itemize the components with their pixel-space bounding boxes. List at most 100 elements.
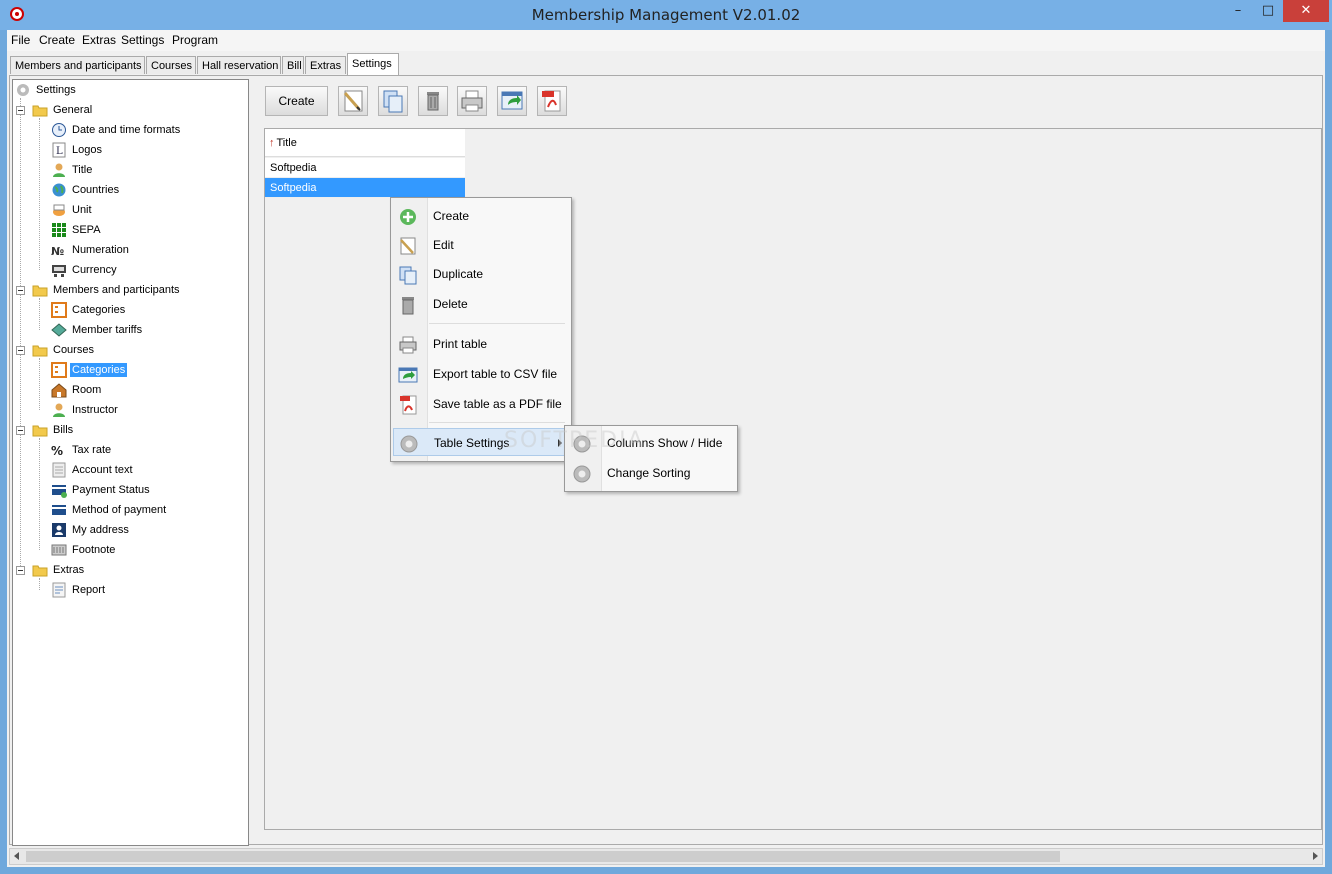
tree-item-method-of-payment[interactable]: Method of payment	[51, 501, 168, 519]
table-row-selected[interactable]: Softpedia	[265, 178, 465, 198]
tree-expander[interactable]	[16, 426, 25, 435]
tree-item-room[interactable]: Room	[51, 381, 103, 399]
grid-icon	[51, 222, 67, 238]
tab-settings[interactable]: Settings	[347, 53, 399, 75]
tree-connector	[39, 118, 40, 270]
house-icon	[51, 382, 67, 398]
ctx-duplicate[interactable]: Duplicate	[393, 260, 567, 288]
tab-members[interactable]: Members and participants	[10, 56, 145, 74]
column-header-title[interactable]: ↑ Title	[265, 129, 465, 157]
menu-separator	[429, 422, 565, 423]
tab-courses[interactable]: Courses	[146, 56, 196, 74]
gear-icon	[572, 464, 592, 484]
tree-item-my-address[interactable]: My address	[51, 521, 131, 539]
title-bar[interactable]: Membership Management V2.01.02 – □ ✕	[0, 0, 1332, 30]
pdf-icon	[398, 395, 418, 415]
ctx-delete[interactable]: Delete	[393, 290, 567, 318]
tree-group-bills[interactable]: Bills	[32, 421, 75, 439]
scroll-right-icon[interactable]	[1313, 852, 1318, 860]
svg-text:L: L	[56, 146, 63, 157]
tree-item-payment-status[interactable]: Payment Status	[51, 481, 152, 499]
ctx-create[interactable]: Create	[393, 202, 567, 230]
tree-item-member-categories[interactable]: Categories	[51, 301, 127, 319]
numero-icon: №	[51, 242, 67, 258]
tree-expander[interactable]	[16, 106, 25, 115]
categories-icon	[51, 362, 67, 379]
tree-group-courses[interactable]: Courses	[32, 341, 96, 359]
menu-extras[interactable]: Extras	[82, 33, 116, 47]
tree-item-member-tariffs[interactable]: Member tariffs	[51, 321, 144, 339]
tree-group-general[interactable]: General	[32, 101, 94, 119]
tab-bill[interactable]: Bill	[282, 56, 304, 74]
tree-root-settings[interactable]: Settings	[15, 81, 78, 99]
add-icon	[398, 207, 418, 227]
menu-create[interactable]: Create	[39, 33, 75, 47]
person-icon	[51, 402, 67, 418]
tree-item-course-categories[interactable]: Categories	[51, 361, 128, 379]
close-button[interactable]: ✕	[1283, 0, 1329, 22]
menu-settings[interactable]: Settings	[121, 33, 164, 47]
tree-item-countries[interactable]: Countries	[51, 181, 121, 199]
scroll-left-icon[interactable]	[14, 852, 19, 860]
menu-program[interactable]: Program	[172, 33, 218, 47]
folder-icon	[32, 422, 48, 438]
tree-item-numeration[interactable]: № Numeration	[51, 241, 131, 259]
tab-hall-reservation[interactable]: Hall reservation	[197, 56, 281, 74]
sort-ascending-icon: ↑	[269, 137, 275, 149]
pdf-button[interactable]	[537, 86, 567, 116]
create-button[interactable]: Create	[265, 86, 328, 116]
print-button[interactable]	[457, 86, 487, 116]
tree-item-tax-rate[interactable]: % Tax rate	[51, 441, 113, 459]
tree-item-logos[interactable]: L Logos	[51, 141, 104, 159]
tree-connector	[39, 358, 40, 410]
export-csv-button[interactable]	[497, 86, 527, 116]
tree-connector	[39, 438, 40, 550]
tab-extras[interactable]: Extras	[305, 56, 346, 74]
ctx-edit[interactable]: Edit	[393, 231, 567, 259]
contact-icon	[51, 522, 67, 538]
tree-connector	[20, 98, 21, 570]
clock-icon	[51, 122, 67, 138]
edit-icon	[398, 236, 418, 256]
tree-item-report[interactable]: Report	[51, 581, 107, 599]
folder-icon	[32, 562, 48, 578]
ctx-export-csv[interactable]: Export table to CSV file	[393, 360, 567, 388]
pdf-icon	[542, 90, 561, 112]
delete-button[interactable]	[418, 86, 448, 116]
duplicate-button[interactable]	[378, 86, 408, 116]
tree-item-instructor[interactable]: Instructor	[51, 401, 120, 419]
tree-item-account-text[interactable]: Account text	[51, 461, 135, 479]
delete-icon	[427, 92, 439, 111]
ctx-change-sorting[interactable]: Change Sorting	[567, 459, 733, 487]
menubar: File Create Extras Settings Program	[7, 30, 1325, 51]
ctx-save-pdf[interactable]: Save table as a PDF file	[393, 390, 567, 418]
settings-tree[interactable]: Settings General Date and time formats L…	[12, 79, 249, 846]
horizontal-scrollbar[interactable]	[9, 848, 1323, 865]
globe-icon	[51, 182, 67, 198]
tree-item-date-time-formats[interactable]: Date and time formats	[51, 121, 182, 139]
tree-item-currency[interactable]: Currency	[51, 261, 119, 279]
tree-item-unit[interactable]: Unit	[51, 201, 94, 219]
folder-icon	[32, 282, 48, 298]
person-icon	[51, 162, 67, 178]
tree-expander[interactable]	[16, 286, 25, 295]
menu-file[interactable]: File	[11, 33, 30, 47]
tree-item-title[interactable]: Title	[51, 161, 94, 179]
tree-group-extras[interactable]: Extras	[32, 561, 86, 579]
tree-item-footnote[interactable]: Footnote	[51, 541, 117, 559]
tree-group-members[interactable]: Members and participants	[32, 281, 182, 299]
scrollbar-thumb[interactable]	[26, 851, 1060, 862]
tree-item-sepa[interactable]: SEPA	[51, 221, 103, 239]
maximize-button[interactable]: □	[1254, 0, 1282, 22]
column-header-label: Title	[276, 137, 297, 149]
minimize-button[interactable]: –	[1224, 0, 1252, 22]
app-window: Membership Management V2.01.02 – □ ✕ Fil…	[0, 0, 1332, 874]
edit-button[interactable]	[338, 86, 368, 116]
document-icon	[51, 462, 67, 478]
currency-icon	[51, 262, 67, 278]
menu-separator	[429, 323, 565, 324]
ctx-print-table[interactable]: Print table	[393, 330, 567, 358]
tree-expander[interactable]	[16, 346, 25, 355]
tree-expander[interactable]	[16, 566, 25, 575]
table-row[interactable]: Softpedia	[265, 158, 465, 178]
